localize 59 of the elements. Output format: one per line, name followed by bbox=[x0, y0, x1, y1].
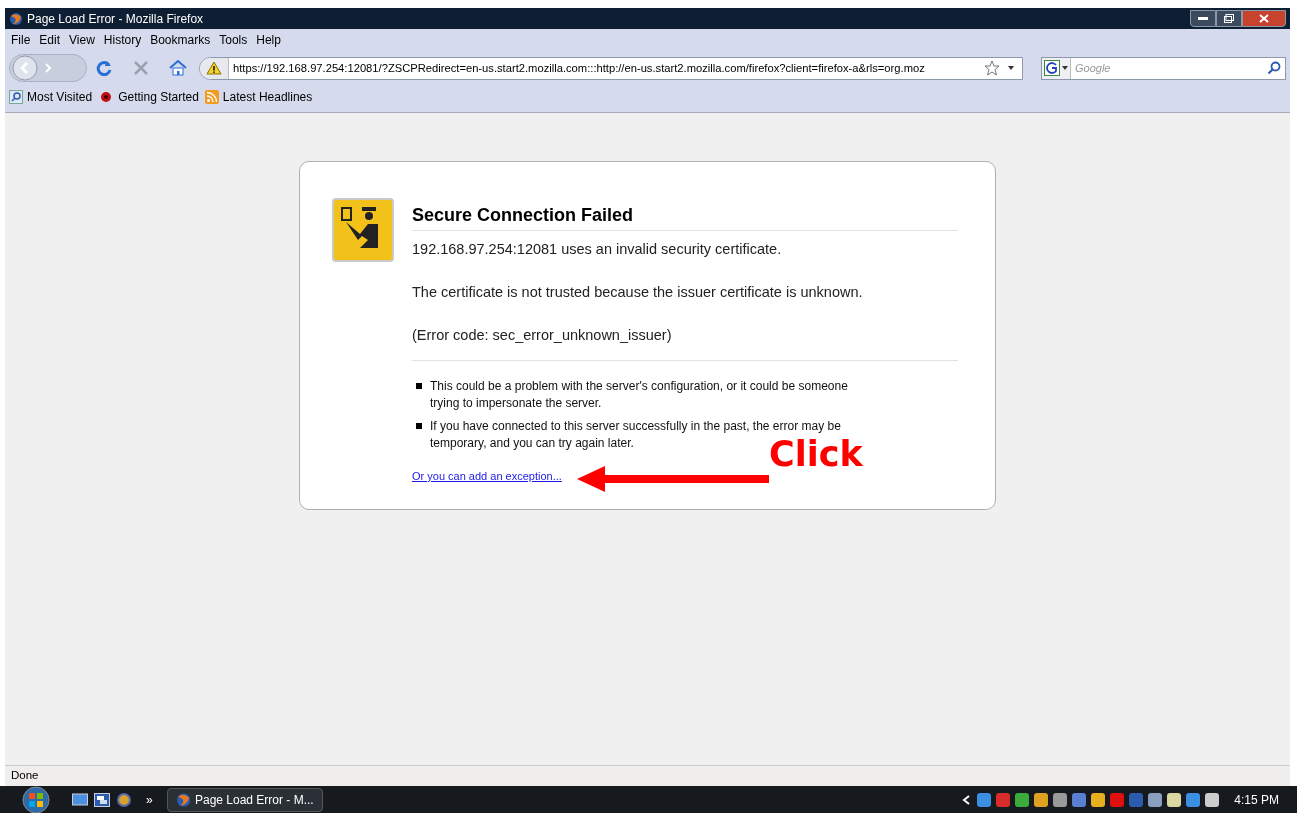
annotation-label: Click bbox=[769, 437, 863, 471]
tray-icon[interactable] bbox=[1185, 791, 1202, 808]
error-message: (Error code: sec_error_unknown_issuer) bbox=[412, 325, 673, 345]
overflow-chevron[interactable]: » bbox=[146, 790, 153, 809]
restore-button[interactable] bbox=[1216, 10, 1242, 27]
search-input[interactable]: Google bbox=[1071, 59, 1267, 77]
minimize-icon bbox=[1198, 17, 1208, 20]
menu-item[interactable]: View bbox=[69, 31, 95, 49]
menu-item[interactable]: History bbox=[103, 31, 142, 49]
tray-icon[interactable] bbox=[1033, 791, 1050, 808]
address-bar[interactable]: https://192.168.97.254:12081/?ZSCPRedirect=en-us.start2.mozilla.com:::http://en-us.start2.mozilla.com/firefox?client=firefox-a&rls=org.moz bbox=[199, 56, 1023, 80]
globe-fox-icon bbox=[175, 791, 191, 808]
rss-feed-icon bbox=[204, 90, 219, 104]
bullet-icon bbox=[416, 383, 422, 390]
search-icon[interactable] bbox=[1267, 61, 1281, 75]
clock[interactable]: 4:15 PM bbox=[1234, 790, 1279, 809]
tray-icon[interactable] bbox=[1052, 791, 1069, 808]
menu-item[interactable]: Edit bbox=[39, 31, 61, 49]
tray-icon[interactable] bbox=[1014, 791, 1031, 808]
globe-fox-icon bbox=[9, 11, 23, 26]
search-icon bbox=[9, 90, 23, 104]
star-icon[interactable] bbox=[984, 60, 1000, 76]
bookmark-item[interactable]: Latest Headlines bbox=[204, 88, 313, 106]
tray-icon[interactable] bbox=[976, 791, 993, 808]
menu-item[interactable]: File bbox=[11, 31, 31, 49]
error-message: 192.168.97.254:12081 uses an invalid security certificate. bbox=[412, 240, 783, 259]
window-title: Page Load Error - Mozilla Firefox bbox=[27, 10, 204, 28]
desktop-icon[interactable] bbox=[72, 792, 88, 807]
bullet-icon bbox=[416, 423, 422, 430]
bookmark-item[interactable]: Most Visited bbox=[9, 88, 93, 106]
search-field[interactable]: Google bbox=[1041, 56, 1286, 80]
tray-icon[interactable] bbox=[1204, 791, 1221, 808]
menu-item[interactable]: Help bbox=[256, 31, 281, 49]
menu-item[interactable]: Bookmarks bbox=[150, 31, 211, 49]
minimize-button[interactable] bbox=[1190, 10, 1216, 27]
close-icon bbox=[1259, 14, 1269, 23]
bullet-text: This could be a problem with the server's configuration, or it could be someone trying to impersonate the server. bbox=[430, 378, 849, 413]
reload-icon[interactable] bbox=[95, 59, 113, 77]
bookmark-item[interactable]: Getting Started bbox=[98, 88, 199, 106]
tray-icon[interactable] bbox=[1090, 791, 1107, 808]
tray-icon[interactable] bbox=[1147, 791, 1164, 808]
dropdown-icon[interactable] bbox=[1062, 66, 1068, 70]
dropdown-icon[interactable] bbox=[1008, 66, 1014, 70]
taskbar-task[interactable]: Page Load Error - M... bbox=[166, 787, 323, 812]
error-title: Secure Connection Failed bbox=[412, 198, 958, 231]
tray-icon[interactable] bbox=[1166, 791, 1183, 808]
url-text: https://192.168.97.254:12081/?ZSCPRedirect=en-us.start2.mozilla.com:::http://en-us.start2.mozilla.com/firefox?client=firefox-a&rls=org.moz bbox=[232, 60, 926, 76]
close-button[interactable] bbox=[1242, 10, 1286, 27]
officer-icon bbox=[332, 198, 394, 262]
status-text: Done bbox=[11, 768, 39, 784]
search-engine-icon[interactable] bbox=[1044, 60, 1060, 76]
chevron-icon[interactable] bbox=[962, 794, 971, 805]
error-message: The certificate is not trusted because the issuer certificate is unknown. bbox=[412, 282, 864, 302]
restore-icon bbox=[1224, 14, 1234, 23]
window-switch-icon[interactable] bbox=[94, 792, 110, 807]
menu-item[interactable]: Tools bbox=[219, 31, 248, 49]
add-exception-link[interactable]: Or you can add an exception... bbox=[412, 468, 562, 485]
warning-icon[interactable] bbox=[206, 61, 222, 75]
home-icon[interactable] bbox=[169, 60, 187, 76]
